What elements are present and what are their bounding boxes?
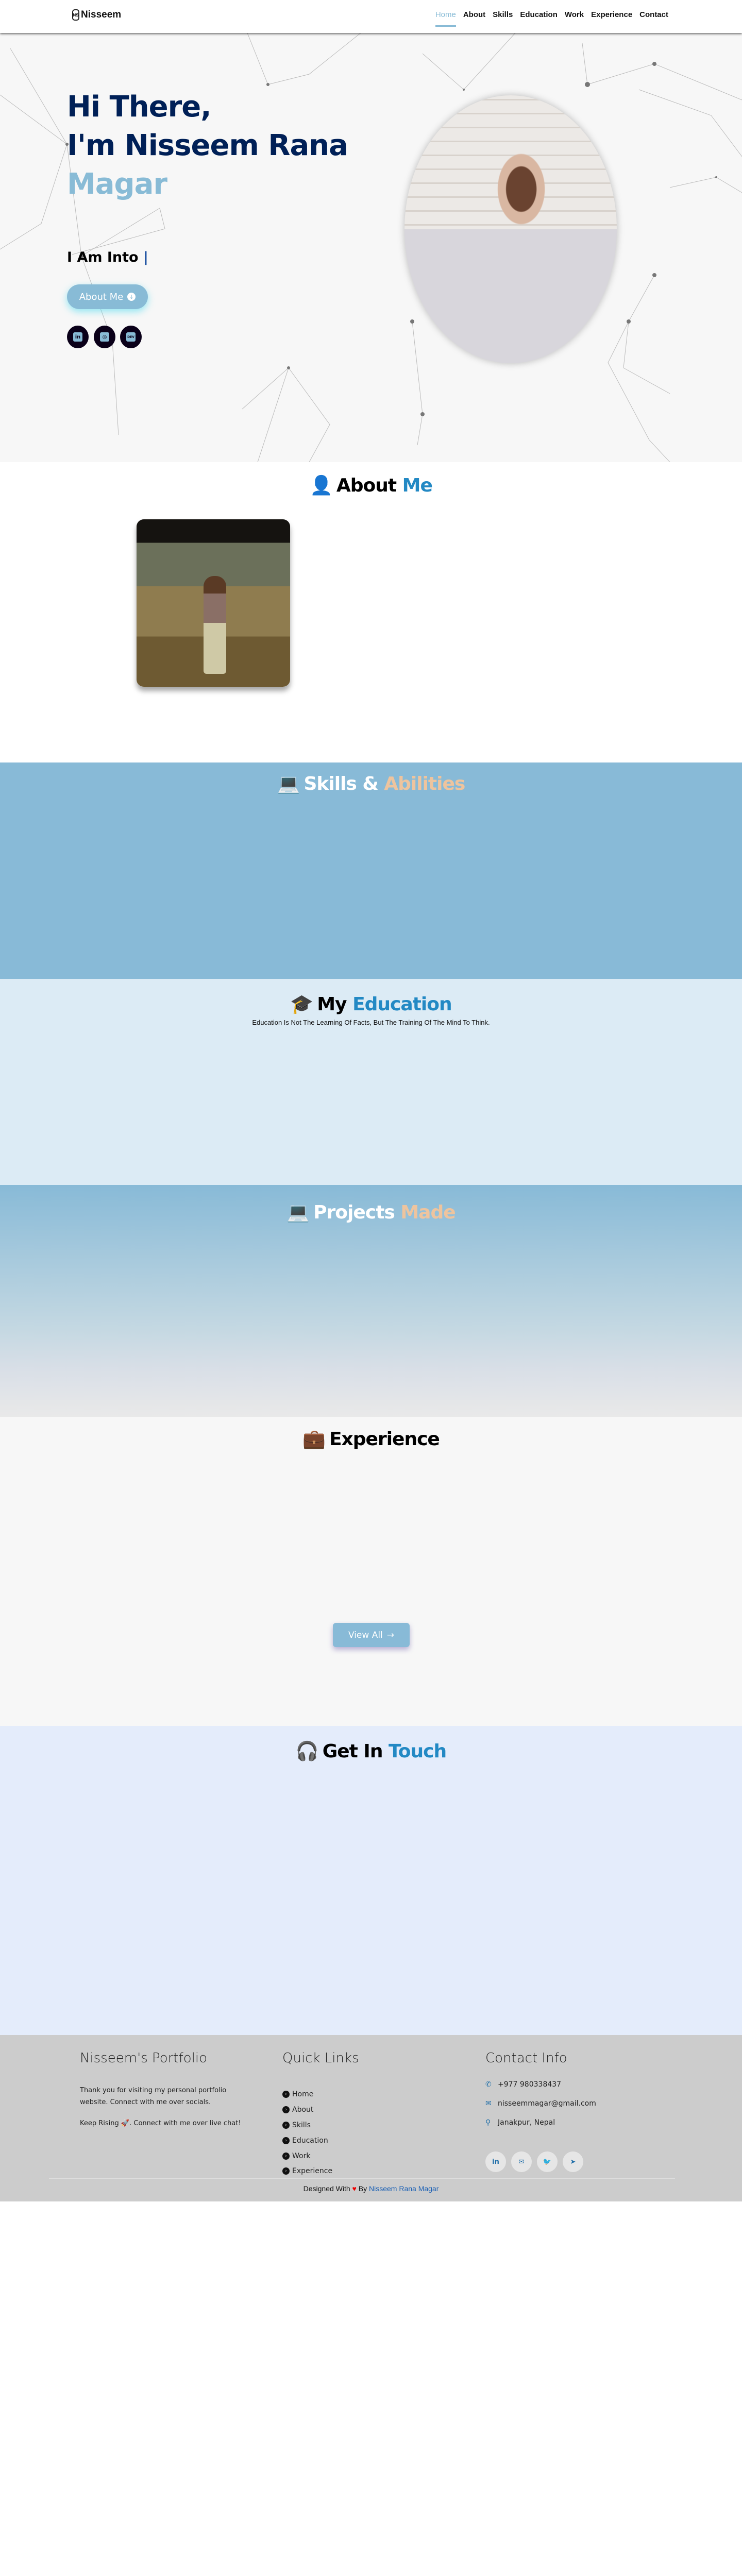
chevron-circle-right-icon: › — [282, 2106, 290, 2113]
contact-email[interactable]: ✉ nisseemmagar@gmail.com — [485, 2099, 596, 2108]
footer-link-home[interactable]: › Home — [282, 2090, 313, 2098]
arrow-right-icon: → — [386, 1630, 395, 1640]
education-title: 🎓 My Education — [290, 994, 452, 1015]
nav-home[interactable]: Home — [435, 10, 456, 27]
navbar: NS Nisseem Home About Skills Education W… — [0, 0, 742, 33]
footer-link-skills[interactable]: › Skills — [282, 2121, 311, 2129]
map-marker-icon: ⚲ — [485, 2119, 491, 2127]
nav-about[interactable]: About — [463, 10, 485, 27]
footer-twitter-link[interactable]: 🐦 — [537, 2151, 558, 2172]
logo-mark-icon: NS — [72, 9, 79, 21]
arrow-down-circle-icon: ↓ — [127, 293, 136, 301]
chevron-circle-right-icon: › — [282, 2167, 290, 2175]
heart-icon: ♥ — [352, 2184, 357, 2193]
footer-link-education[interactable]: › Education — [282, 2137, 328, 2145]
chevron-circle-right-icon: › — [282, 2122, 290, 2129]
footer-divider — [49, 2178, 675, 2179]
footer-telegram-link[interactable]: ➤ — [563, 2151, 583, 2172]
footer-link-experience[interactable]: › Experience — [282, 2167, 332, 2175]
footer-link-about[interactable]: › About — [282, 2106, 313, 2114]
skills-title: 💻 Skills & Abilities — [277, 773, 466, 794]
skills-section: 💻 Skills & Abilities — [0, 762, 742, 979]
chevron-circle-right-icon: › — [282, 2153, 290, 2160]
footer-about-title: Nisseem's Portfolio — [80, 2050, 207, 2066]
view-all-button[interactable]: View All → — [333, 1623, 410, 1647]
author-link[interactable]: Nisseem Rana Magar — [369, 2184, 439, 2193]
education-subtitle: Education Is Not The Learning Of Facts, … — [252, 1019, 490, 1026]
nav-skills[interactable]: Skills — [493, 10, 513, 27]
nav-work[interactable]: Work — [565, 10, 584, 27]
footer-about-text-2: Keep Rising 🚀. Connect with me over live… — [80, 2120, 241, 2127]
footer-link-work[interactable]: › Work — [282, 2152, 310, 2160]
brand-logo[interactable]: NS Nisseem — [72, 9, 121, 21]
twitter-icon: 🐦 — [543, 2158, 552, 2166]
experience-title: 💼 Experience — [302, 1429, 440, 1450]
about-section: 👤 About Me — [0, 462, 742, 762]
contact-title: 🎧 Get In Touch — [295, 1741, 447, 1762]
envelope-icon: ✉ — [485, 2099, 492, 2108]
mail-icon: ✉ — [518, 2158, 525, 2166]
hero-greeting: Hi There, — [67, 90, 211, 124]
nav-menu: Home About Skills Education Work Experie… — [435, 10, 668, 27]
nav-contact[interactable]: Contact — [639, 10, 668, 27]
nav-education[interactable]: Education — [520, 10, 558, 27]
hero-section: Hi There, I'm Nisseem Rana Magar I Am In… — [0, 33, 742, 462]
about-me-button[interactable]: About Me ↓ — [67, 284, 148, 309]
footer-linkedin-link[interactable]: in — [485, 2151, 506, 2172]
phone-icon: ✆ — [485, 2080, 492, 2089]
linkedin-icon: in — [73, 332, 82, 342]
typing-prefix: I Am Into — [67, 249, 139, 265]
headset-icon: 🎧 — [295, 1741, 319, 1762]
projects-section: 💻 Projects Made — [0, 1185, 742, 1417]
quick-links-title: Quick Links — [282, 2050, 359, 2066]
typing-text: I Am Into | — [67, 249, 148, 265]
contact-phone: ✆ +977 980338437 — [485, 2080, 562, 2089]
footer: Nisseem's Portfolio Thank you for visiti… — [0, 2035, 742, 2201]
view-all-label: View All — [348, 1630, 383, 1640]
education-section: 🎓 My Education Education Is Not The Learn… — [0, 979, 742, 1185]
footer-about-text: Thank you for visiting my personal portf… — [80, 2087, 227, 2106]
about-me-label: About Me — [79, 291, 124, 302]
footer-credit: Designed With ♥ By Nisseem Rana Magar — [303, 2184, 439, 2193]
telegram-icon: ➤ — [570, 2158, 576, 2166]
experience-section: 💼 Experience View All → — [0, 1417, 742, 1726]
linkedin-link[interactable]: in — [67, 326, 89, 348]
projects-title: 💻 Projects Made — [286, 1202, 456, 1223]
about-title: 👤 About Me — [310, 475, 433, 496]
footer-mail-link[interactable]: ✉ — [511, 2151, 532, 2172]
laptop-code-icon: 💻 — [277, 773, 300, 794]
hero-name: I'm Nisseem Rana — [67, 129, 348, 162]
chevron-circle-right-icon: › — [282, 2137, 290, 2144]
instagram-link[interactable]: ◎ — [94, 326, 115, 348]
laptop-code-icon: 💻 — [286, 1202, 310, 1223]
graduation-cap-icon: 🎓 — [290, 994, 313, 1015]
chevron-circle-right-icon: › — [282, 2091, 290, 2098]
linkedin-icon: in — [492, 2158, 499, 2166]
user-icon: 👤 — [310, 475, 333, 496]
about-photo — [137, 519, 290, 687]
dev-icon: DEV — [126, 332, 136, 342]
hero-surname: Magar — [67, 167, 167, 201]
contact-info-title: Contact Info — [485, 2050, 567, 2066]
instagram-icon: ◎ — [100, 332, 109, 342]
nav-experience[interactable]: Experience — [591, 10, 632, 27]
dev-link[interactable]: DEV — [120, 326, 142, 348]
contact-section: 🎧 Get In Touch — [0, 1726, 742, 2035]
briefcase-icon: 💼 — [302, 1429, 326, 1450]
profile-photo — [404, 95, 617, 363]
brand-name: Nisseem — [81, 9, 122, 20]
typing-cursor: | — [143, 249, 148, 265]
contact-location: ⚲ Janakpur, Nepal — [485, 2119, 555, 2127]
